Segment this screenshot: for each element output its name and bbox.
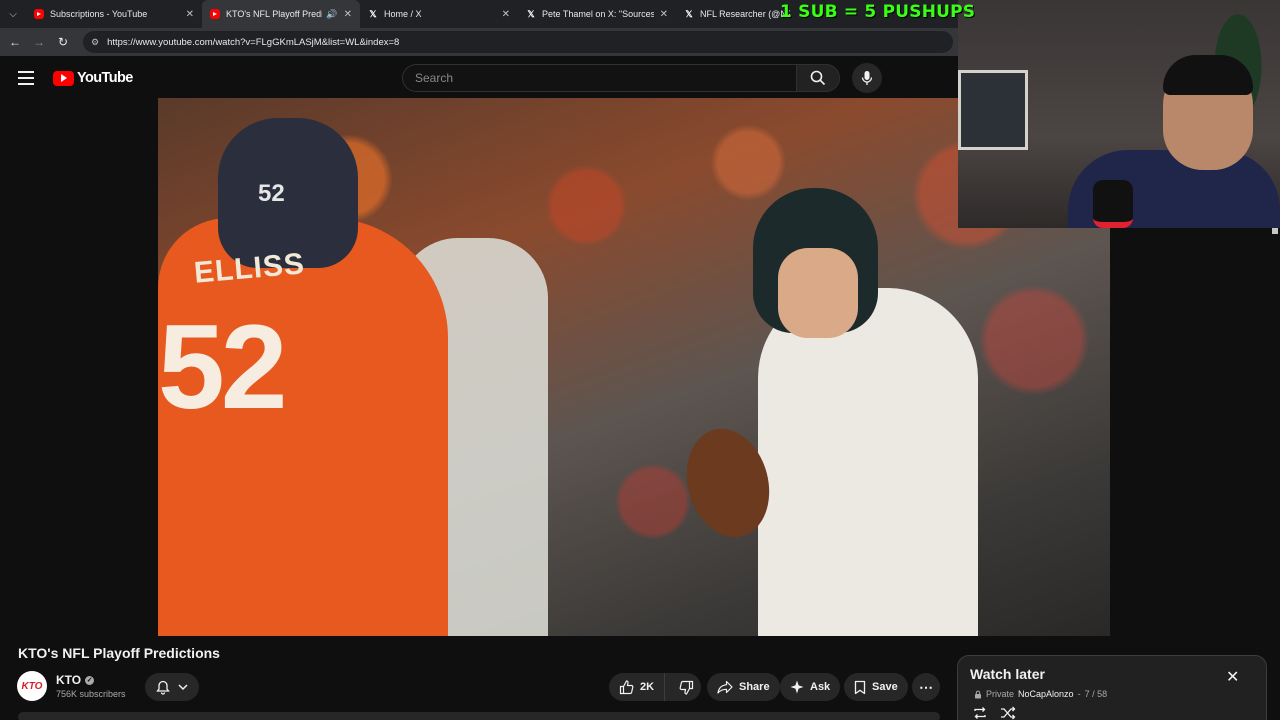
thumbs-down-icon — [679, 680, 694, 695]
youtube-logo-text: YouTube — [77, 70, 133, 86]
tab-close-icon[interactable]: ✕ — [502, 9, 510, 20]
tab-close-icon[interactable]: ✕ — [660, 9, 668, 20]
save-label: Save — [872, 681, 898, 693]
youtube-play-icon — [53, 70, 74, 86]
notification-bell-button[interactable] — [145, 673, 199, 701]
lock-icon — [975, 690, 981, 698]
save-button[interactable]: Save — [844, 673, 908, 701]
video-title: KTO's NFL Playoff Predictions — [18, 645, 220, 661]
close-icon[interactable]: ✕ — [1226, 670, 1239, 686]
reload-icon[interactable]: ↻ — [51, 28, 75, 56]
bookmark-icon — [854, 680, 866, 694]
bell-icon — [156, 680, 170, 695]
tab-search-dropdown-icon[interactable]: ⌵ — [0, 0, 26, 28]
site-info-icon[interactable]: ⚙ — [91, 37, 99, 48]
search-icon — [810, 70, 826, 86]
share-label: Share — [739, 681, 770, 693]
description-box[interactable] — [18, 712, 940, 720]
youtube-header: YouTube Search — [0, 58, 958, 98]
tab-subscriptions[interactable]: Subscriptions - YouTube ✕ — [26, 0, 202, 28]
microphone-icon — [861, 71, 873, 85]
tab-label: Subscriptions - YouTube — [50, 9, 148, 19]
scrollbar-thumb[interactable] — [1272, 228, 1278, 234]
url-input[interactable]: ⚙ https://www.youtube.com/watch?v=FLgGKm… — [83, 31, 953, 53]
playlist-position: 7 / 58 — [1084, 689, 1108, 699]
microphone — [1093, 180, 1133, 228]
verified-check-icon: ✓ — [85, 675, 95, 685]
browser-address-bar: ← → ↻ ⚙ https://www.youtube.com/watch?v=… — [0, 28, 958, 56]
stream-overlay-text: 1 SUB = 5 PUSHUPS — [780, 2, 976, 22]
streamer-hair — [1163, 55, 1253, 95]
jersey-number: 52 — [158, 300, 287, 434]
youtube-favicon-icon — [34, 9, 44, 19]
playlist-panel: Watch later ✕ Private NoCapAlonzo - 7 / … — [957, 655, 1267, 720]
url-text: https://www.youtube.com/watch?v=FLgGKmLA… — [107, 36, 400, 48]
subscriber-count: 756K subscribers — [56, 689, 126, 699]
loop-icon[interactable] — [972, 706, 988, 720]
voice-search-button[interactable] — [852, 63, 882, 93]
search-input[interactable]: Search — [402, 64, 796, 92]
playlist-owner[interactable]: NoCapAlonzo — [1018, 689, 1074, 699]
tab-current-video[interactable]: KTO's NFL Playoff Predictio 🔊 ✕ — [202, 0, 360, 28]
channel-name-text: KTO — [56, 673, 82, 687]
tab-label: Home / X — [384, 9, 422, 19]
youtube-logo[interactable]: YouTube — [53, 70, 133, 86]
menu-icon[interactable] — [18, 71, 34, 85]
tab-home-x[interactable]: 𝕏 Home / X ✕ — [360, 0, 518, 28]
defender-helmet — [218, 118, 358, 268]
tab-label: NFL Researcher (@NFL_Resea — [700, 9, 790, 19]
tab-label: Pete Thamel on X: "Sources: O — [542, 9, 654, 19]
quarterback-face — [778, 248, 858, 338]
playlist-separator: - — [1077, 689, 1081, 699]
ask-label: Ask — [810, 681, 831, 693]
search-button[interactable] — [796, 64, 840, 92]
tab-close-icon[interactable]: ✕ — [186, 9, 194, 20]
like-dislike-group: 2K — [609, 673, 701, 701]
tab-close-icon[interactable]: ✕ — [344, 9, 352, 20]
helmet-number: 52 — [258, 180, 285, 207]
x-favicon-icon: 𝕏 — [369, 8, 377, 19]
like-count: 2K — [640, 681, 655, 693]
x-favicon-icon: 𝕏 — [527, 8, 535, 19]
streamer-webcam — [958, 0, 1280, 228]
channel-name[interactable]: KTO ✓ — [56, 673, 95, 687]
quarterback-body — [758, 288, 978, 636]
webcam-window — [958, 70, 1028, 150]
playlist-privacy: Private — [986, 689, 1015, 699]
share-button[interactable]: Share — [707, 673, 780, 701]
channel-avatar[interactable]: KTO — [17, 671, 47, 701]
thumbs-up-icon — [619, 679, 634, 694]
tab-label: KTO's NFL Playoff Predictio — [226, 9, 322, 19]
jersey-name: ELLISS — [192, 247, 307, 290]
tab-pete-thamel[interactable]: 𝕏 Pete Thamel on X: "Sources: O ✕ — [518, 0, 676, 28]
playlist-title[interactable]: Watch later — [970, 666, 1045, 682]
audio-playing-icon[interactable]: 🔊 — [326, 9, 337, 20]
forward-arrow-icon[interactable]: → — [27, 28, 51, 56]
channel-avatar-text: KTO — [21, 680, 43, 692]
shuffle-icon[interactable] — [1000, 706, 1016, 720]
back-arrow-icon[interactable]: ← — [3, 28, 27, 56]
share-icon — [717, 680, 733, 694]
dislike-button[interactable] — [671, 673, 702, 701]
chevron-down-icon — [178, 683, 188, 690]
more-horizontal-icon: ⋯ — [919, 678, 933, 695]
screen: ⌵ Subscriptions - YouTube ✕ KTO's NFL Pl… — [0, 0, 1280, 720]
defender-player: 52 ELLISS 52 — [158, 118, 448, 636]
x-favicon-icon: 𝕏 — [685, 8, 693, 19]
youtube-favicon-icon — [210, 9, 220, 19]
playlist-controls — [972, 706, 1016, 720]
like-button[interactable]: 2K — [609, 673, 666, 701]
ask-button[interactable]: Ask — [780, 673, 841, 701]
sparkle-icon — [790, 680, 804, 694]
playlist-meta: Private NoCapAlonzo - 7 / 58 — [974, 689, 1107, 699]
search-placeholder: Search — [415, 71, 454, 85]
more-actions-button[interactable]: ⋯ — [912, 673, 940, 701]
